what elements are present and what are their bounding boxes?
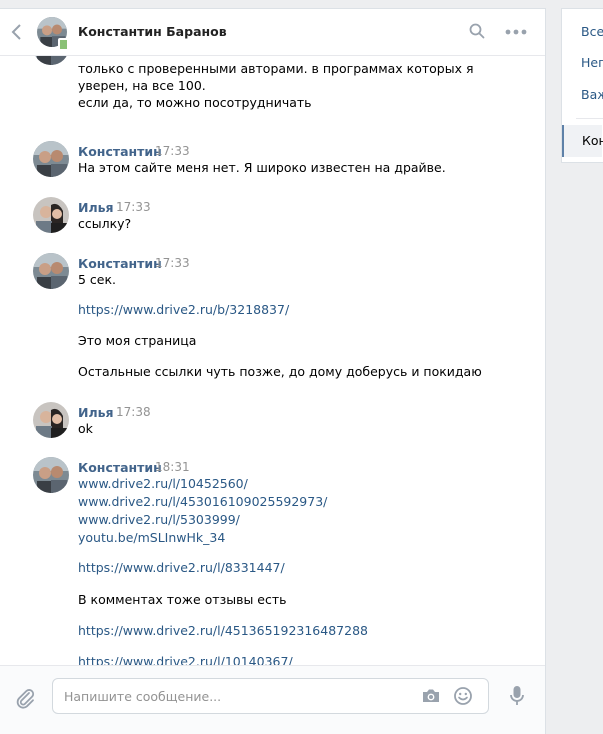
chat-header: Константин Баранов xyxy=(0,9,545,56)
message-link[interactable]: https://www.drive2.ru/l/8331447/ xyxy=(78,559,285,576)
message-input[interactable]: Напишите сообщение... xyxy=(52,678,489,714)
message-link[interactable]: https://www.drive2.ru/l/4513651923164872… xyxy=(78,622,368,639)
message-author[interactable]: Илья xyxy=(78,405,114,420)
chat-title[interactable]: Константин Баранов xyxy=(78,24,227,39)
back-arrow-icon[interactable] xyxy=(10,23,24,41)
avatar[interactable] xyxy=(33,141,69,177)
message-text: Это моя страница xyxy=(78,333,197,348)
message-text: если да, то можно посотрудничать xyxy=(78,95,312,110)
avatar[interactable] xyxy=(33,457,69,493)
message-author[interactable]: Илья xyxy=(78,200,114,215)
message-text: На этом сайте меня нет. Я широко известе… xyxy=(78,160,446,175)
message-text: ok xyxy=(78,421,93,436)
message-link[interactable]: youtu.be/mSLInwHk_34 xyxy=(78,529,225,546)
chat-panel: Константин Баранов только с проверенными… xyxy=(0,8,546,734)
message-time[interactable]: 17:33 xyxy=(116,200,151,214)
folder-active[interactable]: Кон xyxy=(562,125,603,157)
online-mobile-icon xyxy=(58,38,69,51)
message-link[interactable]: www.drive2.ru/l/5303999/ xyxy=(78,511,240,528)
message-time[interactable]: 17:33 xyxy=(155,256,190,270)
avatar[interactable] xyxy=(33,402,69,438)
message-author[interactable]: Константин xyxy=(78,144,162,159)
message-text: 5 сек. xyxy=(78,272,117,287)
microphone-icon[interactable] xyxy=(509,685,525,707)
message-author[interactable]: Константин xyxy=(78,460,162,475)
folder-all[interactable]: Все xyxy=(581,24,603,39)
avatar[interactable] xyxy=(33,197,69,233)
message-time[interactable]: 17:38 xyxy=(116,405,151,419)
message-link[interactable]: www.drive2.ru/l/453016109025592973/ xyxy=(78,493,327,510)
message-link[interactable]: www.drive2.ru/l/10452560/ xyxy=(78,475,248,492)
more-dots-icon[interactable] xyxy=(505,29,527,35)
message-link[interactable]: https://www.drive2.ru/b/3218837/ xyxy=(78,301,289,318)
avatar[interactable] xyxy=(33,253,69,289)
message-text: уверен, на все 100. xyxy=(78,78,206,93)
folder-important[interactable]: Важ xyxy=(581,87,603,102)
message-history[interactable]: только с проверенными авторами. в програ… xyxy=(0,55,545,666)
folders-panel: Все Неп Важ Кон xyxy=(561,8,603,163)
message-text: только с проверенными авторами. в програ… xyxy=(78,61,474,76)
message-text: ссылку? xyxy=(78,216,132,231)
attach-icon[interactable] xyxy=(14,687,36,709)
avatar[interactable] xyxy=(33,55,69,65)
message-author[interactable]: Константин xyxy=(78,256,162,271)
message-input-placeholder: Напишите сообщение... xyxy=(64,689,222,704)
camera-icon[interactable] xyxy=(421,687,441,705)
divider xyxy=(576,118,603,119)
message-text: Остальные ссылки чуть позже, до дому доб… xyxy=(78,364,482,379)
message-composer: Напишите сообщение... xyxy=(0,665,545,734)
message-text: В комментах тоже отзывы есть xyxy=(78,592,287,607)
message-time[interactable]: 18:31 xyxy=(155,460,190,474)
search-icon[interactable] xyxy=(469,23,485,39)
smile-icon[interactable] xyxy=(453,686,473,706)
folder-unread[interactable]: Неп xyxy=(581,55,603,70)
folder-active-label: Кон xyxy=(582,133,603,148)
message-time[interactable]: 17:33 xyxy=(155,144,190,158)
